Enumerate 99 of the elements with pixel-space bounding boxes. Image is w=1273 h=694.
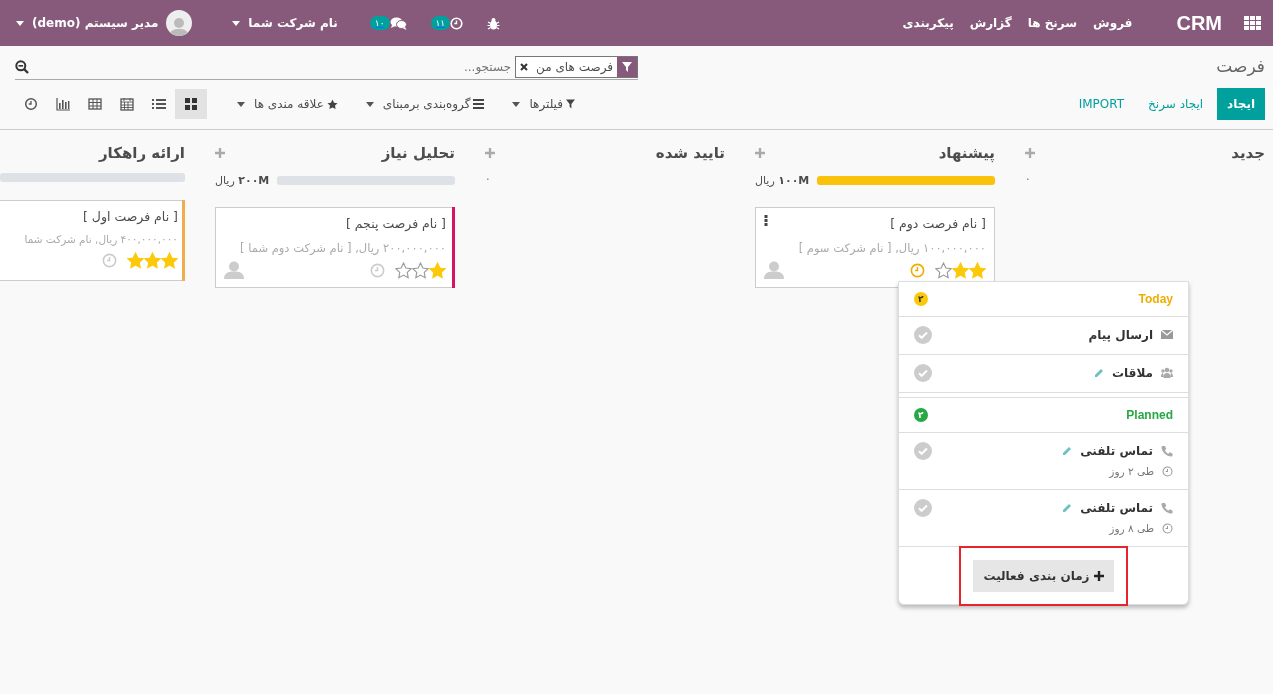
chat-icon	[389, 16, 407, 30]
opportunity-card[interactable]: [ نام فرصت پنجم ] ۲۰۰,۰۰۰,۰۰۰ ریال, [ نام شرکت دوم شما ]	[215, 207, 455, 288]
plus-icon[interactable]	[1025, 148, 1035, 159]
section-title: Planned	[1126, 407, 1173, 424]
activity-title[interactable]: تماس تلفنی	[1080, 498, 1153, 517]
count-badge: ۲	[914, 292, 928, 306]
filter-dropdown[interactable]: فیلترها	[506, 95, 581, 113]
company-dropdown[interactable]: نام شرکت شما	[224, 14, 346, 32]
filter-icon	[622, 61, 632, 72]
avatar-icon	[166, 10, 193, 36]
activity-count: ۱۱	[430, 16, 451, 30]
phone-icon	[1161, 445, 1173, 457]
kanban-view-icon	[184, 97, 198, 111]
clock-icon	[1162, 523, 1173, 535]
bars-icon	[473, 99, 485, 109]
column-title: پیشنهاد	[938, 143, 995, 165]
column-title: تحلیل نیاز	[381, 143, 455, 164]
favorite-dropdown[interactable]: علاقه مندی ها	[231, 95, 344, 113]
close-icon[interactable]	[520, 62, 529, 71]
phone-icon	[1161, 501, 1173, 514]
activity-title[interactable]: ملاقات	[1112, 364, 1153, 382]
star-icon	[326, 98, 338, 110]
caret-icon	[365, 101, 374, 107]
star-icon[interactable]	[395, 261, 412, 279]
caret-icon	[512, 101, 521, 107]
bar-chart-icon	[56, 97, 70, 111]
menu-item[interactable]: سرنخ ها	[1019, 14, 1086, 32]
star-icon[interactable]	[969, 261, 986, 279]
count-badge: ۲	[914, 408, 928, 422]
app-title: CRM	[1176, 11, 1222, 36]
user-icon[interactable]	[224, 261, 244, 279]
card-title: [ نام فرصت اول ]	[82, 207, 178, 227]
card-subtitle: ۱۰۰,۰۰۰,۰۰۰ ریال, [ نام شرکت سوم ]	[797, 239, 986, 257]
star-icon[interactable]	[429, 261, 446, 279]
star-icon[interactable]	[935, 261, 952, 279]
star-icon[interactable]	[412, 261, 429, 279]
caret-icon	[232, 20, 241, 26]
plus-icon[interactable]	[215, 148, 225, 159]
star-icon[interactable]	[161, 252, 178, 269]
column-title: تایید شده	[655, 143, 725, 164]
check-circle-icon[interactable]	[914, 364, 932, 382]
check-circle-icon[interactable]	[914, 326, 932, 344]
clock-icon[interactable]	[102, 253, 117, 268]
people-icon	[1161, 367, 1173, 379]
kebab-menu-icon[interactable]	[764, 215, 768, 226]
opportunity-card[interactable]: [ نام فرصت اول ] ۴۰۰,۰۰۰,۰۰۰ ریال, نام شرکت شما	[0, 199, 185, 281]
star-icon[interactable]	[127, 252, 144, 269]
column-title: جدید	[1231, 143, 1265, 164]
clock-icon	[450, 16, 464, 30]
column-total: ۲۰۰M ریال	[215, 172, 270, 189]
filter-icon	[565, 99, 575, 109]
column-total: ۰	[1025, 172, 1031, 186]
menu-item[interactable]: فروش	[1085, 14, 1141, 32]
clock-view-icon	[24, 97, 38, 111]
clock-icon	[1162, 466, 1173, 478]
group-dropdown[interactable]: گروه‌بندی برمبنای	[359, 95, 491, 113]
star-icon[interactable]	[144, 252, 161, 269]
clock-icon[interactable]	[910, 262, 925, 278]
card-subtitle: ۴۰۰,۰۰۰,۰۰۰ ریال, نام شرکت شما	[23, 232, 178, 248]
due-date: طی ۲ روز	[1109, 464, 1154, 480]
view-switch-button[interactable]	[175, 89, 207, 119]
pencil-icon[interactable]	[1094, 368, 1105, 378]
apps-icon[interactable]	[1244, 16, 1261, 30]
menu-item[interactable]: گزارش	[961, 14, 1020, 32]
pencil-icon[interactable]	[1062, 446, 1073, 456]
plus-icon[interactable]	[485, 148, 495, 159]
search-facet[interactable]: فرصت های من	[515, 55, 638, 78]
bug-icon[interactable]	[487, 16, 501, 30]
card-title: [ نام فرصت پنجم ]	[345, 215, 446, 233]
menu-item[interactable]: پیکربندی	[894, 14, 962, 32]
search-icon[interactable]	[15, 59, 29, 74]
user-icon[interactable]	[764, 261, 784, 279]
schedule-activity-button[interactable]: زمان بندی فعالیت	[973, 559, 1114, 592]
check-circle-icon[interactable]	[914, 498, 932, 517]
envelope-icon	[1161, 329, 1173, 341]
column-title: ارائه راهکار	[98, 143, 185, 164]
activity-title[interactable]: ارسال پیام	[1088, 326, 1153, 344]
caret-icon	[237, 101, 245, 107]
column-total: ۰	[485, 172, 491, 186]
check-circle-icon[interactable]	[914, 442, 932, 460]
user-menu[interactable]: مدیر سیستم (demo)	[8, 10, 201, 36]
card-title: [ نام فرصت دوم ]	[890, 215, 986, 234]
caret-icon	[16, 20, 24, 26]
clock-icon[interactable]	[370, 262, 385, 278]
list-view-icon	[152, 97, 166, 111]
due-date: طی ۸ روز	[1109, 520, 1154, 537]
search-field[interactable]: فرصت های من جستجو...	[15, 54, 638, 80]
plus-icon[interactable]	[755, 148, 765, 159]
message-count: ۱۰	[369, 16, 390, 30]
pencil-icon[interactable]	[1062, 502, 1073, 513]
table-view-icon	[88, 97, 102, 111]
column-total: ۱۰۰M ریال	[755, 172, 810, 189]
plus-icon	[1093, 570, 1104, 581]
breadcrumb: فرصت	[1216, 55, 1265, 78]
star-icon[interactable]	[952, 261, 969, 279]
section-title: Today	[1138, 291, 1173, 308]
activity-title[interactable]: تماس تلفنی	[1080, 442, 1153, 460]
card-subtitle: ۲۰۰,۰۰۰,۰۰۰ ریال, [ نام شرکت دوم شما ]	[239, 239, 446, 257]
calendar-view-icon	[120, 97, 134, 111]
